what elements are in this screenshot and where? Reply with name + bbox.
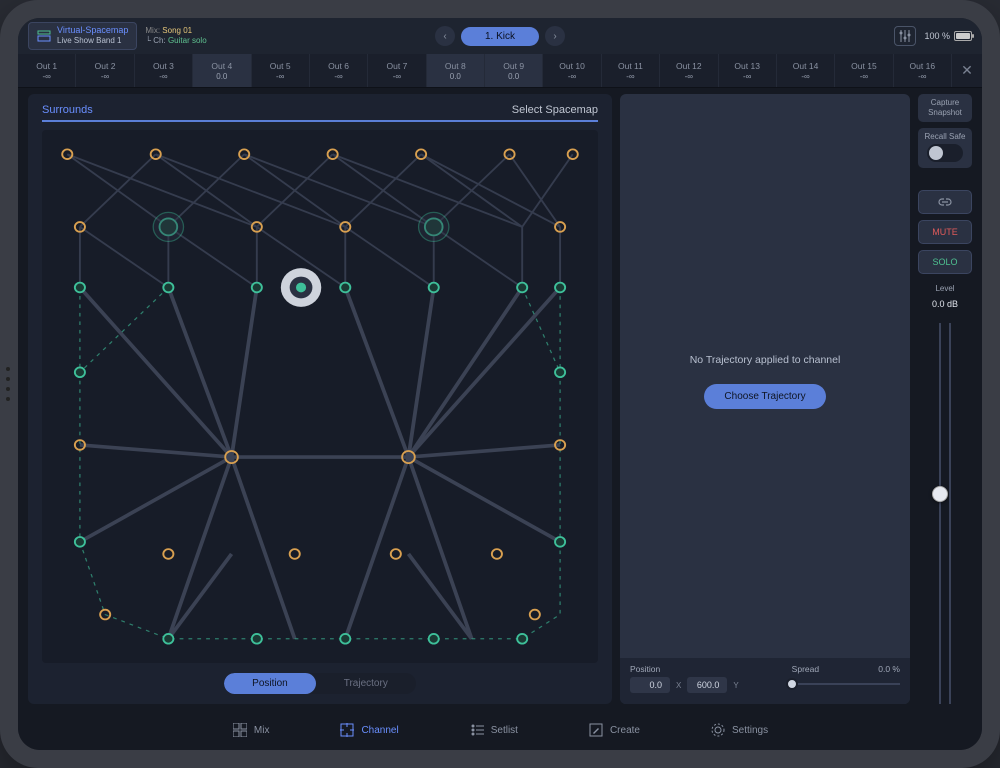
output-strip: Out 1-∞Out 2-∞Out 3-∞Out 40.0Out 5-∞Out … (18, 54, 982, 88)
battery-status: 100 % (924, 31, 972, 41)
output-cell-6[interactable]: Out 6-∞ (310, 54, 368, 87)
position-trajectory-toggle: Position Trajectory (224, 673, 416, 694)
solo-button[interactable]: SOLO (918, 250, 972, 274)
link-button[interactable] (918, 190, 972, 214)
position-x-value[interactable]: 0.0 (630, 677, 670, 693)
battery-icon (954, 31, 972, 41)
mute-button[interactable]: MUTE (918, 220, 972, 244)
select-spacemap-button[interactable]: Select Spacemap (512, 104, 598, 116)
next-channel-button[interactable]: › (545, 26, 565, 46)
level-label: Level (935, 284, 954, 293)
recall-safe-label: Recall Safe (925, 132, 966, 141)
venue-icon (37, 29, 51, 43)
grid-icon (232, 722, 248, 738)
output-cell-16[interactable]: Out 16-∞ (894, 54, 952, 87)
list-icon (469, 722, 485, 738)
output-cell-12[interactable]: Out 12-∞ (660, 54, 718, 87)
toggle-position[interactable]: Position (224, 673, 316, 694)
output-cell-8[interactable]: Out 80.0 (427, 54, 485, 87)
output-cell-4[interactable]: Out 40.0 (193, 54, 251, 87)
spacemap-canvas[interactable] (42, 130, 598, 663)
main-area: Surrounds Select Spacemap (18, 88, 982, 710)
gear-icon (710, 722, 726, 738)
mixer-icon[interactable] (894, 26, 916, 46)
bottom-tabs: Mix Channel Setlist Create Settings (18, 710, 982, 750)
choose-trajectory-button[interactable]: Choose Trajectory (704, 384, 825, 409)
link-icon (936, 197, 954, 207)
spread-value: 0.0 % (878, 664, 900, 674)
app-window: Virtual-Spacemap Live Show Band 1 Mix: S… (18, 18, 982, 750)
position-y-value[interactable]: 600.0 (687, 677, 727, 693)
toggle-trajectory[interactable]: Trajectory (316, 673, 416, 694)
output-cell-7[interactable]: Out 7-∞ (368, 54, 426, 87)
tab-mix[interactable]: Mix (232, 722, 270, 738)
level-value: 0.0 dB (932, 299, 958, 309)
prev-channel-button[interactable]: ‹ (435, 26, 455, 46)
current-channel-pill[interactable]: 1. Kick (461, 27, 539, 46)
trajectory-panel: No Trajectory applied to channel Choose … (620, 94, 910, 704)
capture-snapshot-button[interactable]: Capture Snapshot (918, 94, 972, 122)
output-cell-11[interactable]: Out 11-∞ (602, 54, 660, 87)
tab-settings[interactable]: Settings (710, 722, 768, 738)
tab-create[interactable]: Create (588, 722, 640, 738)
mix-info: Mix: Song 01 └ Ch: Guitar solo (145, 27, 206, 46)
tablet-frame: Virtual-Spacemap Live Show Band 1 Mix: S… (0, 0, 1000, 768)
venue-title: Virtual-Spacemap (57, 26, 128, 36)
recall-safe-toggle[interactable] (927, 144, 963, 162)
spacemap-title: Surrounds (42, 104, 93, 116)
trajectory-empty-message: No Trajectory applied to channel (690, 354, 841, 366)
level-fader[interactable] (918, 315, 972, 704)
position-marker (281, 268, 321, 307)
spread-slider[interactable] (792, 677, 900, 691)
x-label: X (676, 681, 681, 690)
venue-chip[interactable]: Virtual-Spacemap Live Show Band 1 (28, 22, 137, 50)
output-cell-10[interactable]: Out 10-∞ (543, 54, 601, 87)
y-label: Y (733, 681, 738, 690)
output-cell-1[interactable]: Out 1-∞ (18, 54, 76, 87)
output-cell-14[interactable]: Out 14-∞ (777, 54, 835, 87)
close-strip-button[interactable]: ✕ (952, 54, 982, 87)
tab-channel[interactable]: Channel (339, 722, 398, 738)
spacemap-panel: Surrounds Select Spacemap (28, 94, 612, 704)
venue-subtitle: Live Show Band 1 (57, 37, 128, 46)
output-cell-15[interactable]: Out 15-∞ (835, 54, 893, 87)
channel-selector: ‹ 1. Kick › (435, 26, 565, 46)
pencil-icon (588, 722, 604, 738)
position-label: Position (630, 664, 660, 674)
top-bar: Virtual-Spacemap Live Show Band 1 Mix: S… (18, 18, 982, 54)
output-cell-9[interactable]: Out 90.0 (485, 54, 543, 87)
tab-setlist[interactable]: Setlist (469, 722, 518, 738)
output-cell-5[interactable]: Out 5-∞ (252, 54, 310, 87)
output-cell-3[interactable]: Out 3-∞ (135, 54, 193, 87)
target-icon (339, 722, 355, 738)
output-cell-13[interactable]: Out 13-∞ (719, 54, 777, 87)
spread-label: Spread (792, 664, 819, 674)
output-cell-2[interactable]: Out 2-∞ (76, 54, 134, 87)
trajectory-footer: Position 0.0 X 600.0 Y Spread 0.0 % (620, 658, 910, 704)
divider (42, 120, 598, 122)
control-column: Capture Snapshot Recall Safe MUTE SOLO L… (918, 94, 972, 704)
